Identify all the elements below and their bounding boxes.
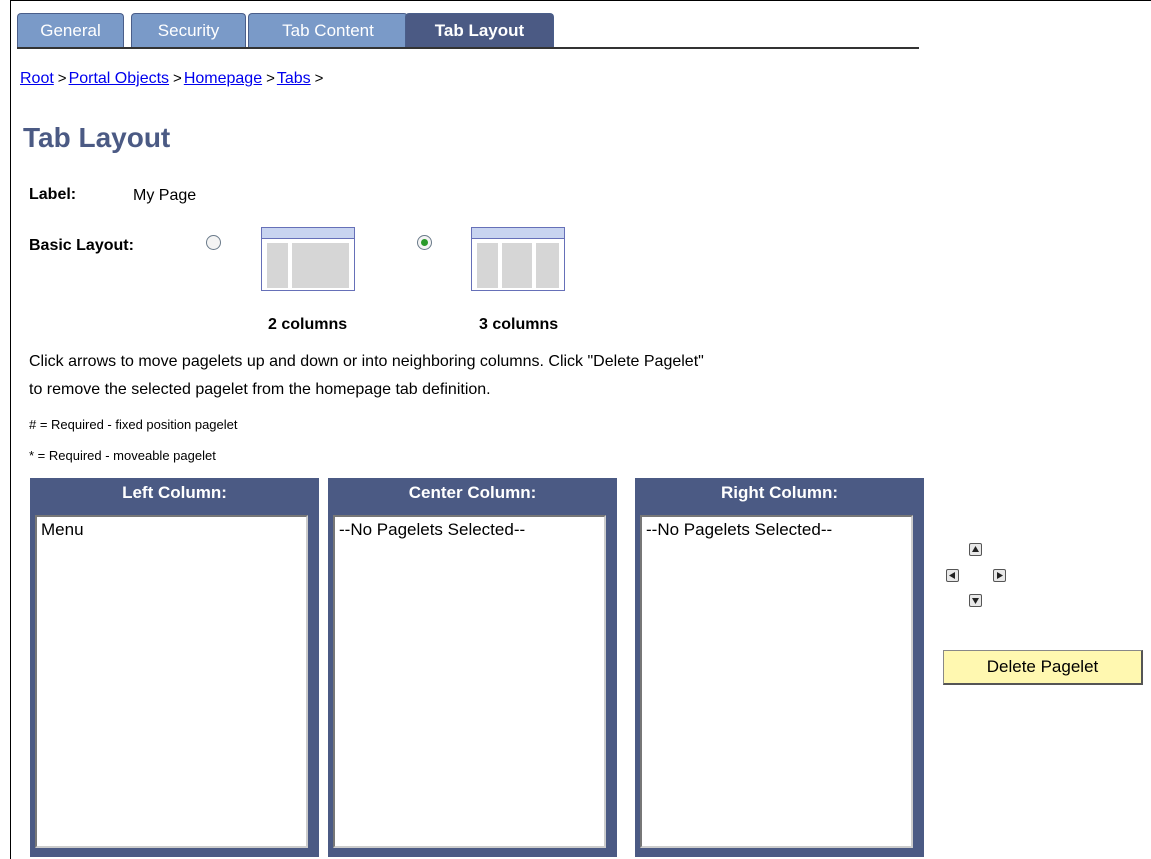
label-value: My Page [133,187,197,204]
layout-column-block [536,243,559,288]
layout-column-block [477,243,498,288]
three-columns-caption: 3 columns [479,316,559,333]
list-item[interactable]: --No Pagelets Selected-- [646,520,907,540]
left-column-panel: Left Column: Menu [30,478,319,857]
layout-header-bar [262,228,354,239]
frame-top-border [10,0,1151,1]
breadcrumb-tabs[interactable]: Tabs [277,70,311,87]
right-column-panel: Right Column: --No Pagelets Selected-- [635,478,924,857]
left-column-listbox[interactable]: Menu [35,515,308,848]
list-item[interactable]: Menu [41,520,302,540]
arrow-right-icon[interactable] [993,569,1006,582]
instructions-line-1: Click arrows to move pagelets up and dow… [29,353,704,370]
two-column-radio[interactable] [206,235,221,250]
center-column-panel: Center Column: --No Pagelets Selected-- [328,478,617,857]
breadcrumb-separator: > [57,70,67,87]
tab-underline [17,47,919,49]
layout-column-block [292,243,349,288]
list-item[interactable]: --No Pagelets Selected-- [339,520,600,540]
breadcrumb-separator: > [173,70,182,87]
layout-header-bar [472,228,564,239]
center-column-header: Center Column: [408,483,537,502]
tab-security[interactable]: Security [131,13,246,47]
label-caption: Label: [29,186,77,203]
breadcrumb-root[interactable]: Root [20,70,54,87]
delete-pagelet-button[interactable]: Delete Pagelet [943,650,1143,685]
frame-left-border [10,0,11,859]
tab-tab-layout[interactable]: Tab Layout [405,13,554,47]
arrow-down-icon[interactable] [969,594,982,607]
arrow-left-icon[interactable] [946,569,959,582]
breadcrumb-separator: > [314,70,324,87]
right-column-header: Right Column: [720,483,839,502]
arrow-up-icon[interactable] [969,543,982,556]
page-title: Tab Layout [23,122,171,153]
two-columns-caption: 2 columns [268,316,348,333]
tab-general[interactable]: General [17,13,124,47]
breadcrumb-homepage[interactable]: Homepage [184,70,262,87]
left-column-header: Left Column: [122,483,227,502]
breadcrumb: Root > Portal Objects > Homepage > Tabs > [20,70,325,88]
breadcrumb-portal-objects[interactable]: Portal Objects [69,70,169,87]
basic-layout-caption: Basic Layout: [29,237,134,254]
instructions: Click arrows to move pagelets up and dow… [29,348,929,404]
right-column-listbox[interactable]: --No Pagelets Selected-- [640,515,913,848]
instructions-line-2: to remove the selected pagelet from the … [29,381,491,398]
layout-column-block [267,243,288,288]
two-column-layout-icon[interactable] [261,227,355,291]
breadcrumb-separator: > [266,70,275,87]
layout-column-block [502,243,532,288]
center-column-listbox[interactable]: --No Pagelets Selected-- [333,515,606,848]
tab-tab-content[interactable]: Tab Content [248,13,408,47]
three-column-layout-icon[interactable] [471,227,565,291]
legend-required-moveable: * = Required - moveable pagelet [29,448,216,463]
legend-required-fixed: # = Required - fixed position pagelet [29,417,238,432]
three-column-radio[interactable] [417,235,432,250]
